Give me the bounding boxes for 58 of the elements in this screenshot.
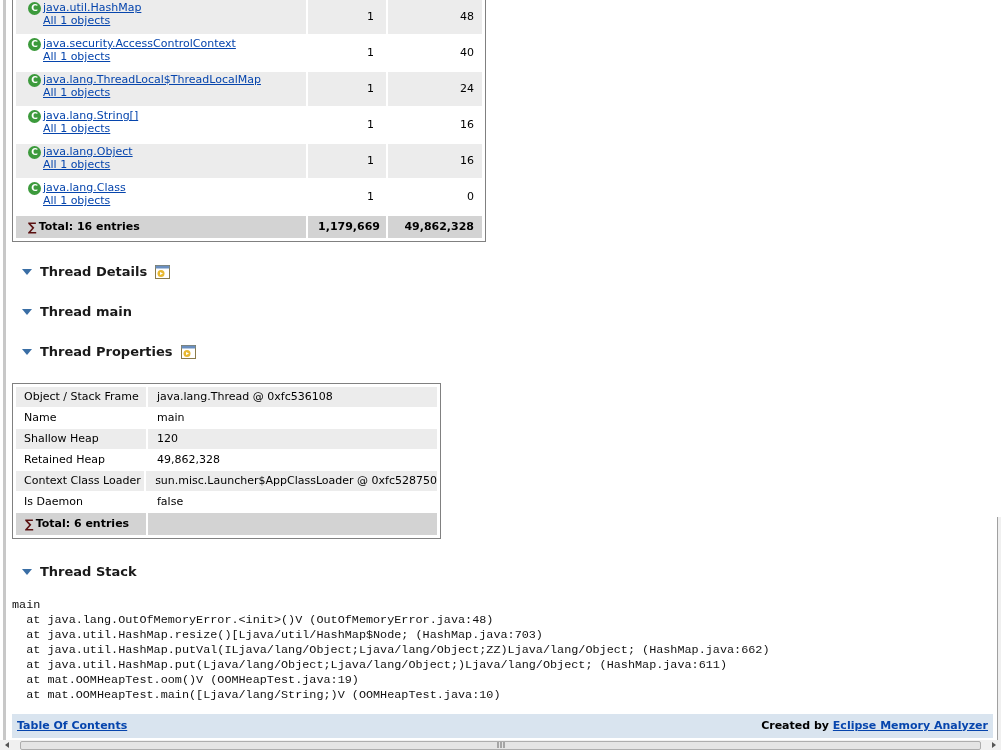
table-cell-text: 48 (459, 8, 475, 25)
collapse-triangle-icon[interactable] (22, 308, 32, 316)
class-link[interactable]: java.util.HashMap (43, 1, 142, 14)
property-value: java.lang.Thread @ 0xfc536108 (156, 388, 334, 405)
table-cell-text: 1 (366, 152, 375, 169)
table-cell-text: 1 (366, 188, 375, 205)
class-link[interactable]: java.lang.Class (43, 181, 126, 194)
table-cell-text: 49,862,328 (403, 218, 475, 235)
class-link[interactable]: java.lang.ThreadLocal$ThreadLocalMap (43, 73, 261, 86)
collapse-triangle-icon[interactable] (22, 268, 32, 276)
property-value: false (156, 493, 185, 510)
table-cell-text: 16 (459, 152, 475, 169)
table-cell-text: 1 (366, 80, 375, 97)
table-cell-text: 1 (366, 8, 375, 25)
table-cell-text: 24 (459, 80, 475, 97)
objects-link[interactable]: All 1 objects (43, 194, 126, 207)
objects-link[interactable]: All 1 objects (43, 158, 133, 171)
table-cell-text: 0 (466, 188, 475, 205)
section-title: Thread main (40, 303, 132, 322)
class-icon: C (28, 110, 41, 123)
sum-icon: ∑ (25, 515, 34, 533)
details-window-icon[interactable] (155, 265, 171, 279)
class-icon: C (28, 182, 41, 195)
table-of-contents-link[interactable]: Table Of Contents (17, 717, 128, 735)
property-value: 120 (156, 430, 179, 447)
thread-stack-trace: main at java.lang.OutOfMemoryError.<init>()V (OutOfMemoryError.java:48) at java.util.HashMap.resize()[Ljava/util/HashMap$Node; (HashMap.java:703) at java.util.HashMap.putVal(ILjava/lang/Object;Ljava/lang/Object;ZZ)Ljava/lang/Object; (HashMap.java:662) at java.util.HashMap.put(Ljava/lang/Object;Ljava/lang/Object;)Ljava/lang/Object; (HashMap.java:611) at mat.OOMHeapTest.oom()V (OOMHeapTest.java:19) at mat.OOMHeapTest.main([Ljava/lang/String;)V (OOMHeapTest.java:10) (12, 598, 771, 703)
created-by-text: Created by Eclipse Memory Analyzer (761, 717, 988, 734)
objects-link[interactable]: All 1 objects (43, 14, 142, 27)
sum-icon: ∑ (28, 218, 37, 236)
collapse-triangle-icon[interactable] (22, 348, 32, 356)
grip-icon (496, 742, 505, 748)
class-icon: C (28, 146, 41, 159)
table-cell-text: 1 (366, 44, 375, 61)
class-icon: C (28, 74, 41, 87)
section-title: Thread Details (40, 263, 148, 282)
objects-link[interactable]: All 1 objects (43, 50, 236, 63)
details-window-icon[interactable] (180, 345, 196, 359)
section-title: Thread Stack (40, 563, 137, 582)
eclipse-memory-analyzer-link[interactable]: Eclipse Memory Analyzer (832, 718, 988, 732)
total-label: Total: 16 entries (38, 218, 140, 235)
class-link[interactable]: java.security.AccessControlContext (43, 37, 236, 50)
objects-link[interactable]: All 1 objects (43, 86, 261, 99)
total-label: Total: 6 entries (35, 515, 130, 532)
vertical-scrollbar[interactable] (997, 517, 1001, 740)
class-link[interactable]: java.lang.String[] (43, 109, 139, 122)
class-icon: C (28, 2, 41, 15)
objects-link[interactable]: All 1 objects (43, 122, 139, 135)
collapse-triangle-icon[interactable] (22, 568, 32, 576)
class-link[interactable]: java.lang.Object (43, 145, 133, 158)
table-cell-text: 40 (459, 44, 475, 61)
class-icon: C (28, 38, 41, 51)
property-value: sun.misc.Launcher$AppClassLoader @ 0xfc528750 (154, 472, 437, 489)
table-cell-text: 16 (459, 116, 475, 133)
property-value: 49,862,328 (156, 451, 221, 468)
table-cell-text: 1 (366, 116, 375, 133)
table-cell-text: 1,179,669 (317, 218, 381, 235)
property-value: main (156, 409, 186, 426)
section-title: Thread Properties (40, 343, 173, 362)
